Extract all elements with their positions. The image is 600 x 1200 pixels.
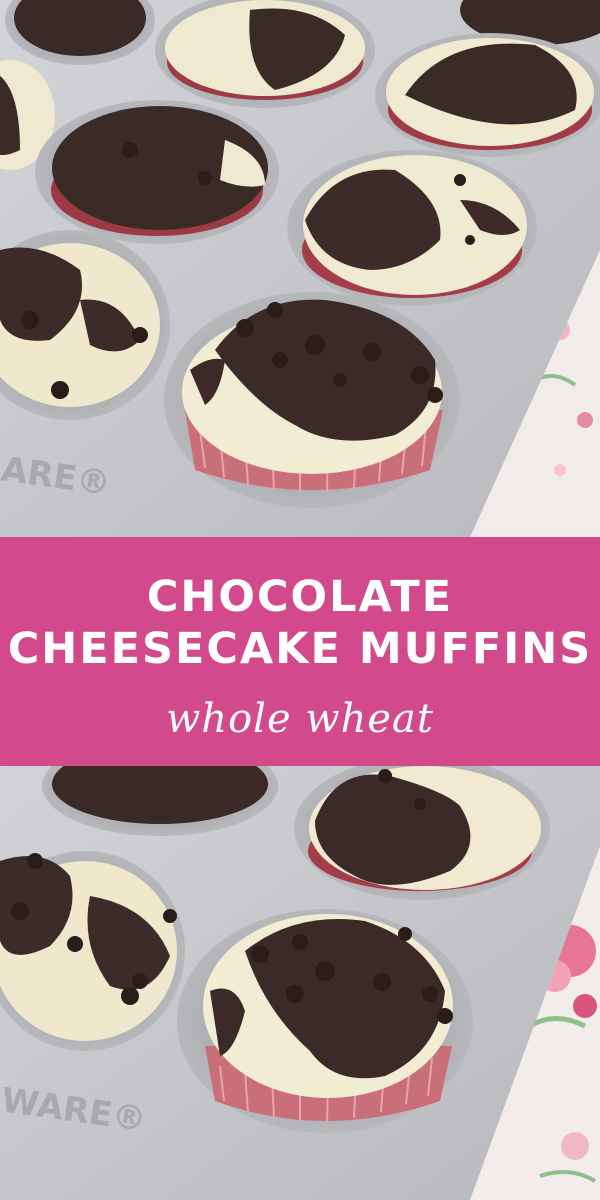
muffin (35, 100, 279, 244)
title-banner: CHOCOLATE CHEESECAKE MUFFINS whole wheat (0, 537, 600, 766)
recipe-title: CHOCOLATE CHEESECAKE MUFFINS (0, 571, 600, 675)
muffin (375, 33, 600, 157)
top-muffin-photo: ARE® (0, 0, 600, 537)
bottom-photo-art: WARE® (0, 766, 600, 1200)
muffin (177, 909, 473, 1133)
title-line-2: CHEESECAKE MUFFINS (7, 624, 593, 674)
top-photo-art: ARE® (0, 0, 600, 537)
bottom-muffin-photo: WARE® (0, 766, 600, 1200)
muffin (164, 292, 460, 508)
recipe-subtitle: whole wheat (166, 696, 434, 742)
title-line-1: CHOCOLATE (146, 572, 454, 622)
muffin (287, 150, 537, 306)
